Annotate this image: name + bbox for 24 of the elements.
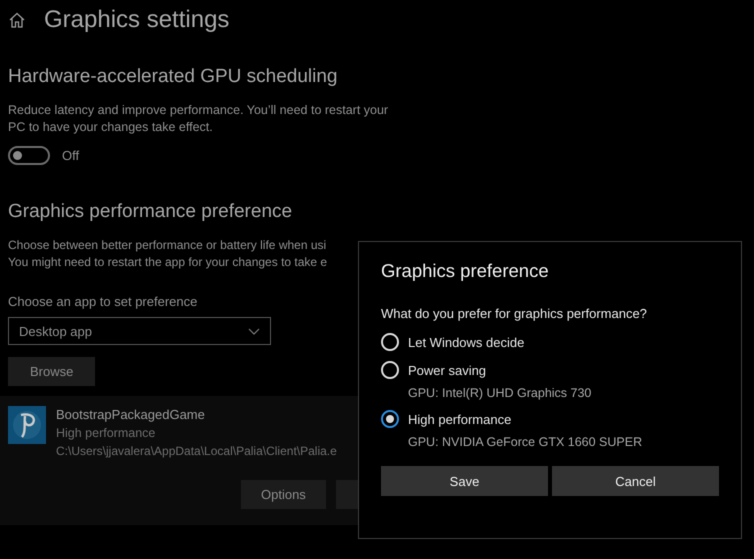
- options-button[interactable]: Options: [241, 480, 326, 509]
- question: What do you prefer for graphics performance?: [381, 306, 648, 321]
- radio-option[interactable]: Let Windows decide: [381, 333, 719, 351]
- app-path: C:\Users\jjavalera\AppData\Local\Palia\Client\Palia.e: [56, 443, 337, 460]
- section-heading: Graphics performance preference: [8, 201, 294, 223]
- dialog-title: Graphics preference: [381, 260, 550, 282]
- app-name: BootstrapPackagedGame: [56, 406, 206, 424]
- page-title: Graphics settings: [44, 6, 230, 34]
- radio-option[interactable]: Power saving: [381, 361, 719, 379]
- description-line: You might need to restart the app for your changes to take e: [8, 254, 328, 271]
- app-type-dropdown[interactable]: Desktop app: [8, 317, 271, 345]
- toggle-label: Off: [62, 148, 80, 163]
- app-icon: [8, 406, 46, 444]
- dialog-button[interactable]: Save: [381, 466, 548, 496]
- description-line: Choose between better performance or battery life when usi: [8, 237, 328, 254]
- browse-button[interactable]: Browse: [8, 357, 96, 386]
- description: Reduce latency and improve performance. You’ll need to restart your PC to have your changes take effect.: [8, 102, 390, 136]
- app-preference: High performance: [56, 425, 156, 442]
- toggle-switch[interactable]: [8, 146, 50, 165]
- dialog-button[interactable]: Cancel: [552, 466, 719, 496]
- field-label: Choose an app to set preference: [8, 294, 198, 309]
- home-icon[interactable]: [8, 11, 26, 29]
- chevron-down-icon: [248, 328, 260, 334]
- section-heading: Hardware-accelerated GPU scheduling: [8, 66, 338, 88]
